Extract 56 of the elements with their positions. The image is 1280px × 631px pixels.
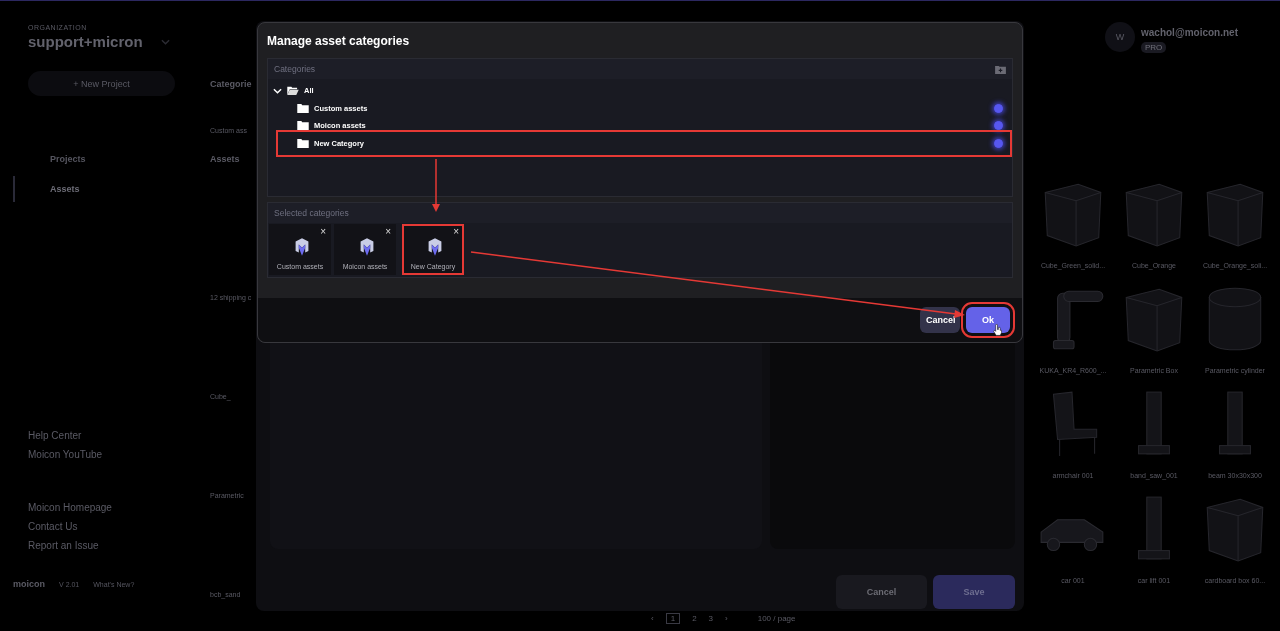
page-button[interactable]: 3 xyxy=(708,614,714,623)
selection-dot[interactable] xyxy=(994,121,1003,131)
column-drawing xyxy=(1138,391,1170,455)
page-button[interactable]: 1 xyxy=(665,613,681,624)
save-button[interactable]: Save xyxy=(933,575,1015,609)
open-folder-icon xyxy=(287,86,299,96)
folder-icon xyxy=(297,103,309,113)
folder-icon xyxy=(297,121,309,131)
section-heading: Assets xyxy=(210,154,241,164)
logo-icon xyxy=(294,238,310,256)
panel-header: Categories xyxy=(274,64,316,74)
annotation-arrow xyxy=(432,158,440,212)
sidebar-link[interactable]: Help Center xyxy=(28,430,205,441)
robot-arm-drawing xyxy=(1052,290,1104,350)
close-icon[interactable]: × xyxy=(453,226,459,238)
cube-drawing xyxy=(1206,498,1264,562)
organization-name: support+micron xyxy=(28,33,143,50)
sidebar-link[interactable]: Report an Issue xyxy=(28,540,205,551)
cube-drawing xyxy=(1206,183,1264,247)
car-drawing xyxy=(1040,519,1104,552)
logo-icon xyxy=(359,238,375,256)
page-button[interactable]: 2 xyxy=(692,614,697,623)
column-drawing xyxy=(1138,496,1170,560)
cube-drawing xyxy=(1125,288,1183,352)
logo-icon xyxy=(427,238,443,256)
nav-item[interactable]: Assets xyxy=(13,176,205,202)
nav-item[interactable]: Projects xyxy=(13,146,205,172)
close-icon[interactable]: × xyxy=(320,226,326,238)
add-folder-icon[interactable] xyxy=(995,64,1006,74)
modal-title: Manage asset categories xyxy=(267,33,411,50)
close-icon[interactable]: × xyxy=(385,226,391,238)
hand-cursor-icon xyxy=(993,324,1002,336)
sidebar-link[interactable]: Moicon Homepage xyxy=(28,502,205,513)
page-size-select[interactable]: 100 / page xyxy=(757,614,796,623)
folder-icon xyxy=(297,138,309,148)
section-heading: Categorie xyxy=(210,79,253,89)
previous-page-button[interactable]: ‹ xyxy=(651,614,654,623)
logo: moicon xyxy=(13,579,45,589)
cancel-button[interactable]: Cancel xyxy=(836,575,927,609)
sidebar-link[interactable]: Contact Us xyxy=(28,521,205,532)
selection-dot[interactable] xyxy=(994,138,1003,148)
plan-badge: PRO xyxy=(1141,42,1167,53)
cube-drawing xyxy=(1044,183,1102,247)
cylinder-drawing xyxy=(1208,287,1262,351)
next-page-button[interactable]: › xyxy=(725,614,728,623)
sidebar-link[interactable]: Moicon YouTube xyxy=(28,449,205,460)
panel-header: Selected categories xyxy=(274,208,349,218)
cube-drawing xyxy=(1125,183,1183,247)
chevron-icon[interactable] xyxy=(273,87,282,94)
selection-dot[interactable] xyxy=(994,103,1003,113)
account-email[interactable]: wachol@moicon.net xyxy=(1141,27,1238,38)
chair-drawing xyxy=(1052,391,1098,457)
column-drawing xyxy=(1219,391,1251,455)
avatar[interactable]: W xyxy=(1105,22,1135,52)
new-project-button[interactable]: + New Project xyxy=(28,71,175,96)
cancel-button[interactable]: Cancel xyxy=(920,307,960,333)
